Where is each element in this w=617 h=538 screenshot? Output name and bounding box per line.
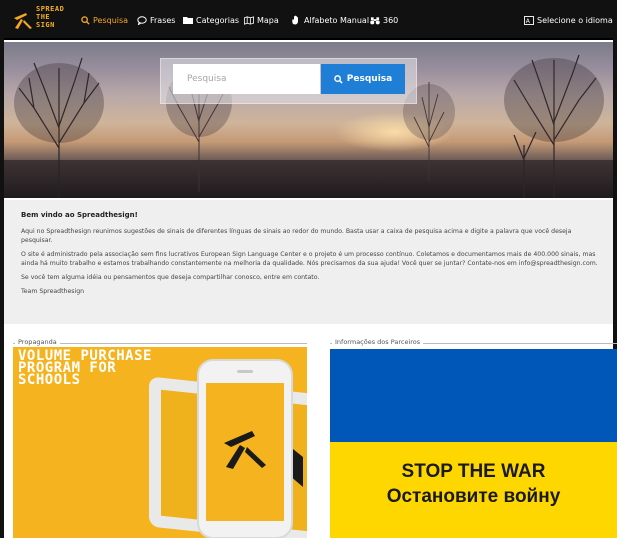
tree-left-icon [14, 57, 104, 198]
nav-item-alfabeto-manual[interactable]: Alfabeto Manual [291, 0, 369, 40]
search-icon [80, 15, 90, 25]
search-input[interactable] [173, 64, 320, 94]
search-button[interactable]: Pesquisa [321, 64, 405, 94]
ad-fieldset: Propaganda [13, 338, 307, 346]
logo-text: SPREAD THE SIGN [36, 5, 64, 29]
nav-label-mapa: Mapa [257, 15, 279, 25]
phone-screen [206, 383, 284, 521]
binoculars-icon [370, 15, 380, 25]
welcome-paragraph-2: O site é administrado pela associação se… [21, 251, 598, 267]
nav-item-frases[interactable]: Frases [137, 0, 175, 40]
welcome-paragraph-1: Aqui no Spreadthesign reunimos sugestões… [21, 228, 572, 244]
logo-line-1: SPREAD [36, 5, 65, 13]
nav-label-360: 360 [383, 15, 399, 25]
nav-item-categorias[interactable]: Categorias [183, 0, 239, 40]
welcome-paragraph-3: Se você tem alguma idéia ou pensamentos … [21, 274, 320, 281]
search-button-icon [333, 74, 343, 84]
welcome-title: Bem vindo ao Spreadthesign! [21, 211, 138, 219]
nav-label-frases: Frases [150, 15, 176, 25]
language-icon: A [524, 15, 534, 25]
language-selector[interactable]: A Selecione o idioma [524, 0, 617, 40]
tree-right-icon [504, 54, 604, 198]
ad-legend: Propaganda [15, 338, 60, 346]
search-button-label: Pesquisa [346, 74, 393, 84]
partners-fieldset: Informações dos Parceiros [330, 338, 617, 346]
hand-icon [291, 15, 301, 25]
phone-logo-icon [224, 431, 266, 469]
ad-banner[interactable]: VOLUME PURCHASE PROGRAM FOR SCHOOLS [13, 347, 307, 538]
phone-graphic [199, 361, 291, 537]
banner-blue-band [330, 349, 617, 442]
language-label: Selecione o idioma [537, 15, 613, 25]
nav-label-pesquisa: Pesquisa [93, 15, 129, 25]
banner-line-1: STOP THE WAR [401, 461, 546, 482]
ad-headline: VOLUME PURCHASE PROGRAM FOR SCHOOLS [18, 349, 152, 387]
svg-text:A: A [526, 18, 531, 25]
folder-icon [183, 15, 193, 25]
speech-bubble-icon [137, 15, 147, 25]
nav-label-alfabeto-manual: Alfabeto Manual [304, 15, 370, 25]
nav-label-categorias: Categorias [196, 15, 240, 25]
banner-line-2: Остановите войну [386, 486, 561, 507]
top-navbar: SPREAD THE SIGN Pesquisa Frases Categori… [4, 0, 613, 40]
logo-mark-icon [14, 13, 32, 29]
map-icon [244, 15, 254, 25]
nav-item-mapa[interactable]: Mapa [244, 0, 279, 40]
nav-item-pesquisa[interactable]: Pesquisa [80, 0, 128, 40]
site-logo[interactable]: SPREAD THE SIGN [12, 4, 74, 36]
welcome-signature: Team Spreadthesign [21, 288, 85, 295]
logo-line-3: SIGN [36, 21, 55, 29]
welcome-section: Bem vindo ao Spreadthesign! Aqui no Spre… [4, 200, 613, 324]
partners-legend: Informações dos Parceiros [332, 338, 424, 346]
nav-item-360[interactable]: 360 [370, 0, 398, 40]
stop-the-war-banner[interactable]: STOP THE WAR Остановите войну [330, 349, 617, 538]
phone-notch [237, 370, 253, 373]
logo-line-2: THE [36, 13, 51, 21]
